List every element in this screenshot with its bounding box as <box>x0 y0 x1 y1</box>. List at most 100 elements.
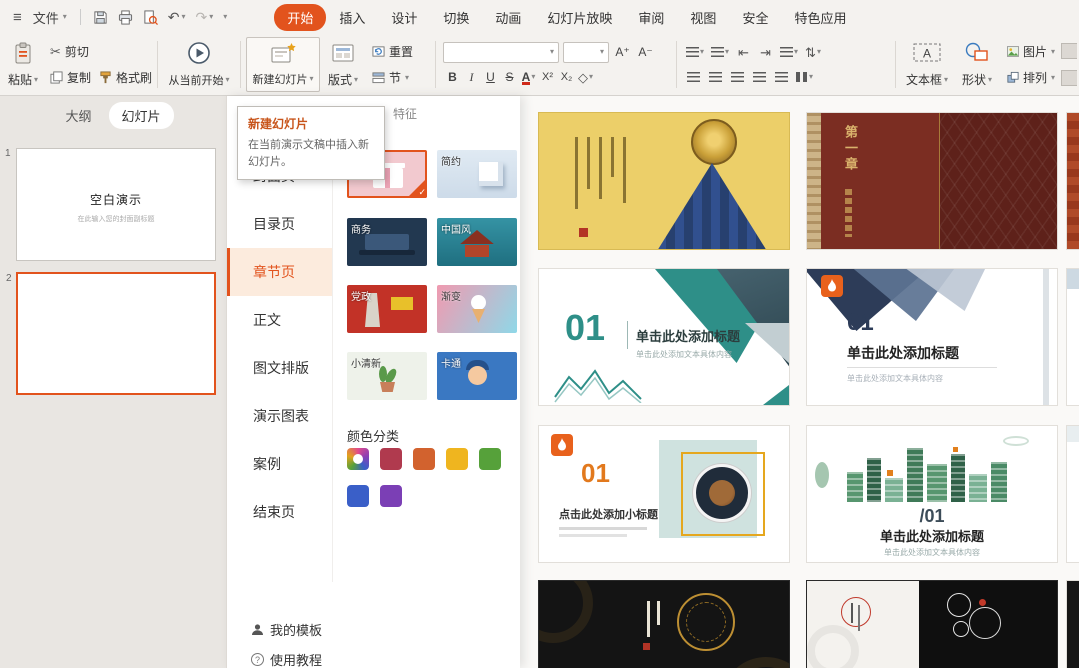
style-thumb-gradient[interactable]: 渐变 <box>437 285 517 333</box>
color-swatch-yellow[interactable] <box>446 448 468 470</box>
align-left-button[interactable] <box>684 66 703 88</box>
layout-button[interactable]: 版式▾ <box>320 37 366 92</box>
subscript-button[interactable]: X₂ <box>557 66 576 88</box>
strikethrough-button[interactable]: S <box>500 66 519 88</box>
align-right-button[interactable] <box>728 66 747 88</box>
style-thumb-business[interactable]: 商务 <box>347 218 427 266</box>
print-preview-button[interactable] <box>138 10 163 25</box>
clipped-template-card[interactable] <box>1066 580 1079 668</box>
style-thumb-cartoon[interactable]: 卡通 <box>437 352 517 400</box>
my-templates-button[interactable]: 我的模板 <box>251 620 322 639</box>
template-preview-area: 第一章 01 单击此处添加标题 单击此处添加文本具体内容 <box>520 96 1079 668</box>
tab-animation[interactable]: 动画 <box>482 4 534 31</box>
clear-format-button[interactable]: ◇▾ <box>576 66 595 88</box>
tab-slides[interactable]: 幻灯片 <box>109 102 174 129</box>
color-swatch-green[interactable] <box>479 448 501 470</box>
play-from-current-button[interactable]: 从当前开始▾ <box>163 37 235 92</box>
color-swatch-blue[interactable] <box>347 485 369 507</box>
tab-special-apps[interactable]: 特色应用 <box>781 4 859 31</box>
category-cases[interactable]: 案例 <box>227 440 332 488</box>
category-body[interactable]: 正文 <box>227 296 332 344</box>
picture-button[interactable]: 图片▾ <box>1003 41 1059 62</box>
template-card-chapter-brown[interactable]: 第一章 <box>806 112 1058 250</box>
tab-security[interactable]: 安全 <box>729 4 781 31</box>
reset-button[interactable]: 重置 <box>368 41 428 62</box>
font-size-select[interactable]: ▾ <box>563 42 609 63</box>
template-card-polygon-flame[interactable]: 01 单击此处添加标题 单击此处添加文本具体内容 <box>806 268 1058 406</box>
style-thumb-fresh[interactable]: 小清新 <box>347 352 427 400</box>
color-swatch-orange[interactable] <box>413 448 435 470</box>
style-thumb-party[interactable]: 党政 <box>347 285 427 333</box>
template-card-imperial-yellow[interactable] <box>538 112 790 250</box>
arrange-button[interactable]: 排列▾ <box>1003 67 1059 88</box>
line-spacing-button[interactable]: ▾ <box>778 41 800 63</box>
justify-button[interactable] <box>750 66 769 88</box>
gallery-filter-label[interactable]: 特征 <box>393 105 417 122</box>
bullet-list-button[interactable]: ▾ <box>684 41 706 63</box>
placeholder-title: 单击此处添加标题 <box>847 343 959 363</box>
undo-button[interactable]: ↶▾ <box>163 9 191 26</box>
paste-button[interactable]: 粘贴▾ <box>2 37 44 92</box>
tab-insert[interactable]: 插入 <box>326 4 378 31</box>
align-center-button[interactable] <box>706 66 725 88</box>
category-ending[interactable]: 结束页 <box>227 488 332 536</box>
new-slide-button[interactable]: 新建幻灯片▾ <box>246 37 320 92</box>
slide-thumbnail-1[interactable]: 1 空白演示 在此输入您的封面副标题 <box>16 148 216 261</box>
hamburger-icon[interactable]: ≡ <box>8 9 27 26</box>
format-painter-button[interactable]: 格式刷 <box>95 67 156 88</box>
tab-design[interactable]: 设计 <box>378 4 430 31</box>
template-card-green-city[interactable]: /01 单击此处添加标题 单击此处添加文本具体内容 <box>806 425 1058 563</box>
section-button[interactable]: 节▾ <box>368 67 428 88</box>
bold-button[interactable]: B <box>443 66 462 88</box>
color-swatch-purple[interactable] <box>380 485 402 507</box>
tab-view[interactable]: 视图 <box>677 4 729 31</box>
clipped-template-card[interactable] <box>1066 112 1079 250</box>
distribute-button[interactable] <box>772 66 791 88</box>
print-button[interactable] <box>113 10 138 25</box>
shapes-button[interactable]: 形状▾ <box>953 37 1001 92</box>
tab-transition[interactable]: 切换 <box>430 4 482 31</box>
copy-button[interactable]: 复制 <box>46 67 95 88</box>
style-thumb-chinese[interactable]: 中国风 <box>437 218 517 266</box>
font-color-button[interactable]: A▾ <box>519 66 538 88</box>
tab-outline[interactable]: 大纲 <box>52 102 104 129</box>
shrink-font-button[interactable]: A⁻ <box>636 41 655 63</box>
increase-indent-button[interactable]: ⇥ <box>756 41 775 63</box>
textbox-button[interactable]: A 文本框▾ <box>901 37 953 92</box>
tab-review[interactable]: 审阅 <box>625 4 677 31</box>
cut-button[interactable]: ✂剪切 <box>46 41 93 62</box>
color-swatch-multicolor[interactable] <box>347 448 369 470</box>
tab-slideshow[interactable]: 幻灯片放映 <box>534 4 625 31</box>
redo-button[interactable]: ↷▾ <box>191 9 219 26</box>
category-toc[interactable]: 目录页 <box>227 200 332 248</box>
template-card-dark-floral[interactable] <box>806 580 1058 668</box>
decrease-indent-button[interactable]: ⇤ <box>734 41 753 63</box>
style-thumb-simple[interactable]: 简约 <box>437 150 517 198</box>
template-card-coffee[interactable]: 01 点击此处添加小标题 <box>538 425 790 563</box>
clipped-template-card[interactable] <box>1066 268 1079 406</box>
tab-home[interactable]: 开始 <box>274 4 326 31</box>
save-button[interactable] <box>88 10 113 25</box>
file-menu[interactable]: 文件 ▾ <box>27 8 73 27</box>
quick-toolbar-more-button[interactable]: ▾ <box>218 13 232 21</box>
grow-font-button[interactable]: A⁺ <box>613 41 632 63</box>
play-icon <box>187 41 211 65</box>
category-charts[interactable]: 演示图表 <box>227 392 332 440</box>
italic-button[interactable]: I <box>462 66 481 88</box>
columns-button[interactable]: ▾ <box>794 66 815 88</box>
category-chapter[interactable]: 章节页 <box>227 248 332 296</box>
template-card-dark-gold[interactable] <box>538 580 790 668</box>
template-card-teal-geometric[interactable]: 01 单击此处添加标题 单击此处添加文本具体内容 <box>538 268 790 406</box>
underline-button[interactable]: U <box>481 66 500 88</box>
clipped-template-card[interactable] <box>1066 425 1079 563</box>
superscript-button[interactable]: X² <box>538 66 557 88</box>
numbered-list-button[interactable]: ▾ <box>709 41 731 63</box>
tutorial-button[interactable]: ? 使用教程 <box>251 650 322 668</box>
cloud-decoration <box>1003 436 1029 446</box>
text-direction-button[interactable]: ⇅▾ <box>803 41 823 63</box>
color-swatch-red[interactable] <box>380 448 402 470</box>
category-image-text[interactable]: 图文排版 <box>227 344 332 392</box>
slide-thumbnail-2[interactable]: 2 <box>16 272 216 395</box>
question-icon: ? <box>251 653 264 666</box>
font-name-select[interactable]: ▾ <box>443 42 559 63</box>
